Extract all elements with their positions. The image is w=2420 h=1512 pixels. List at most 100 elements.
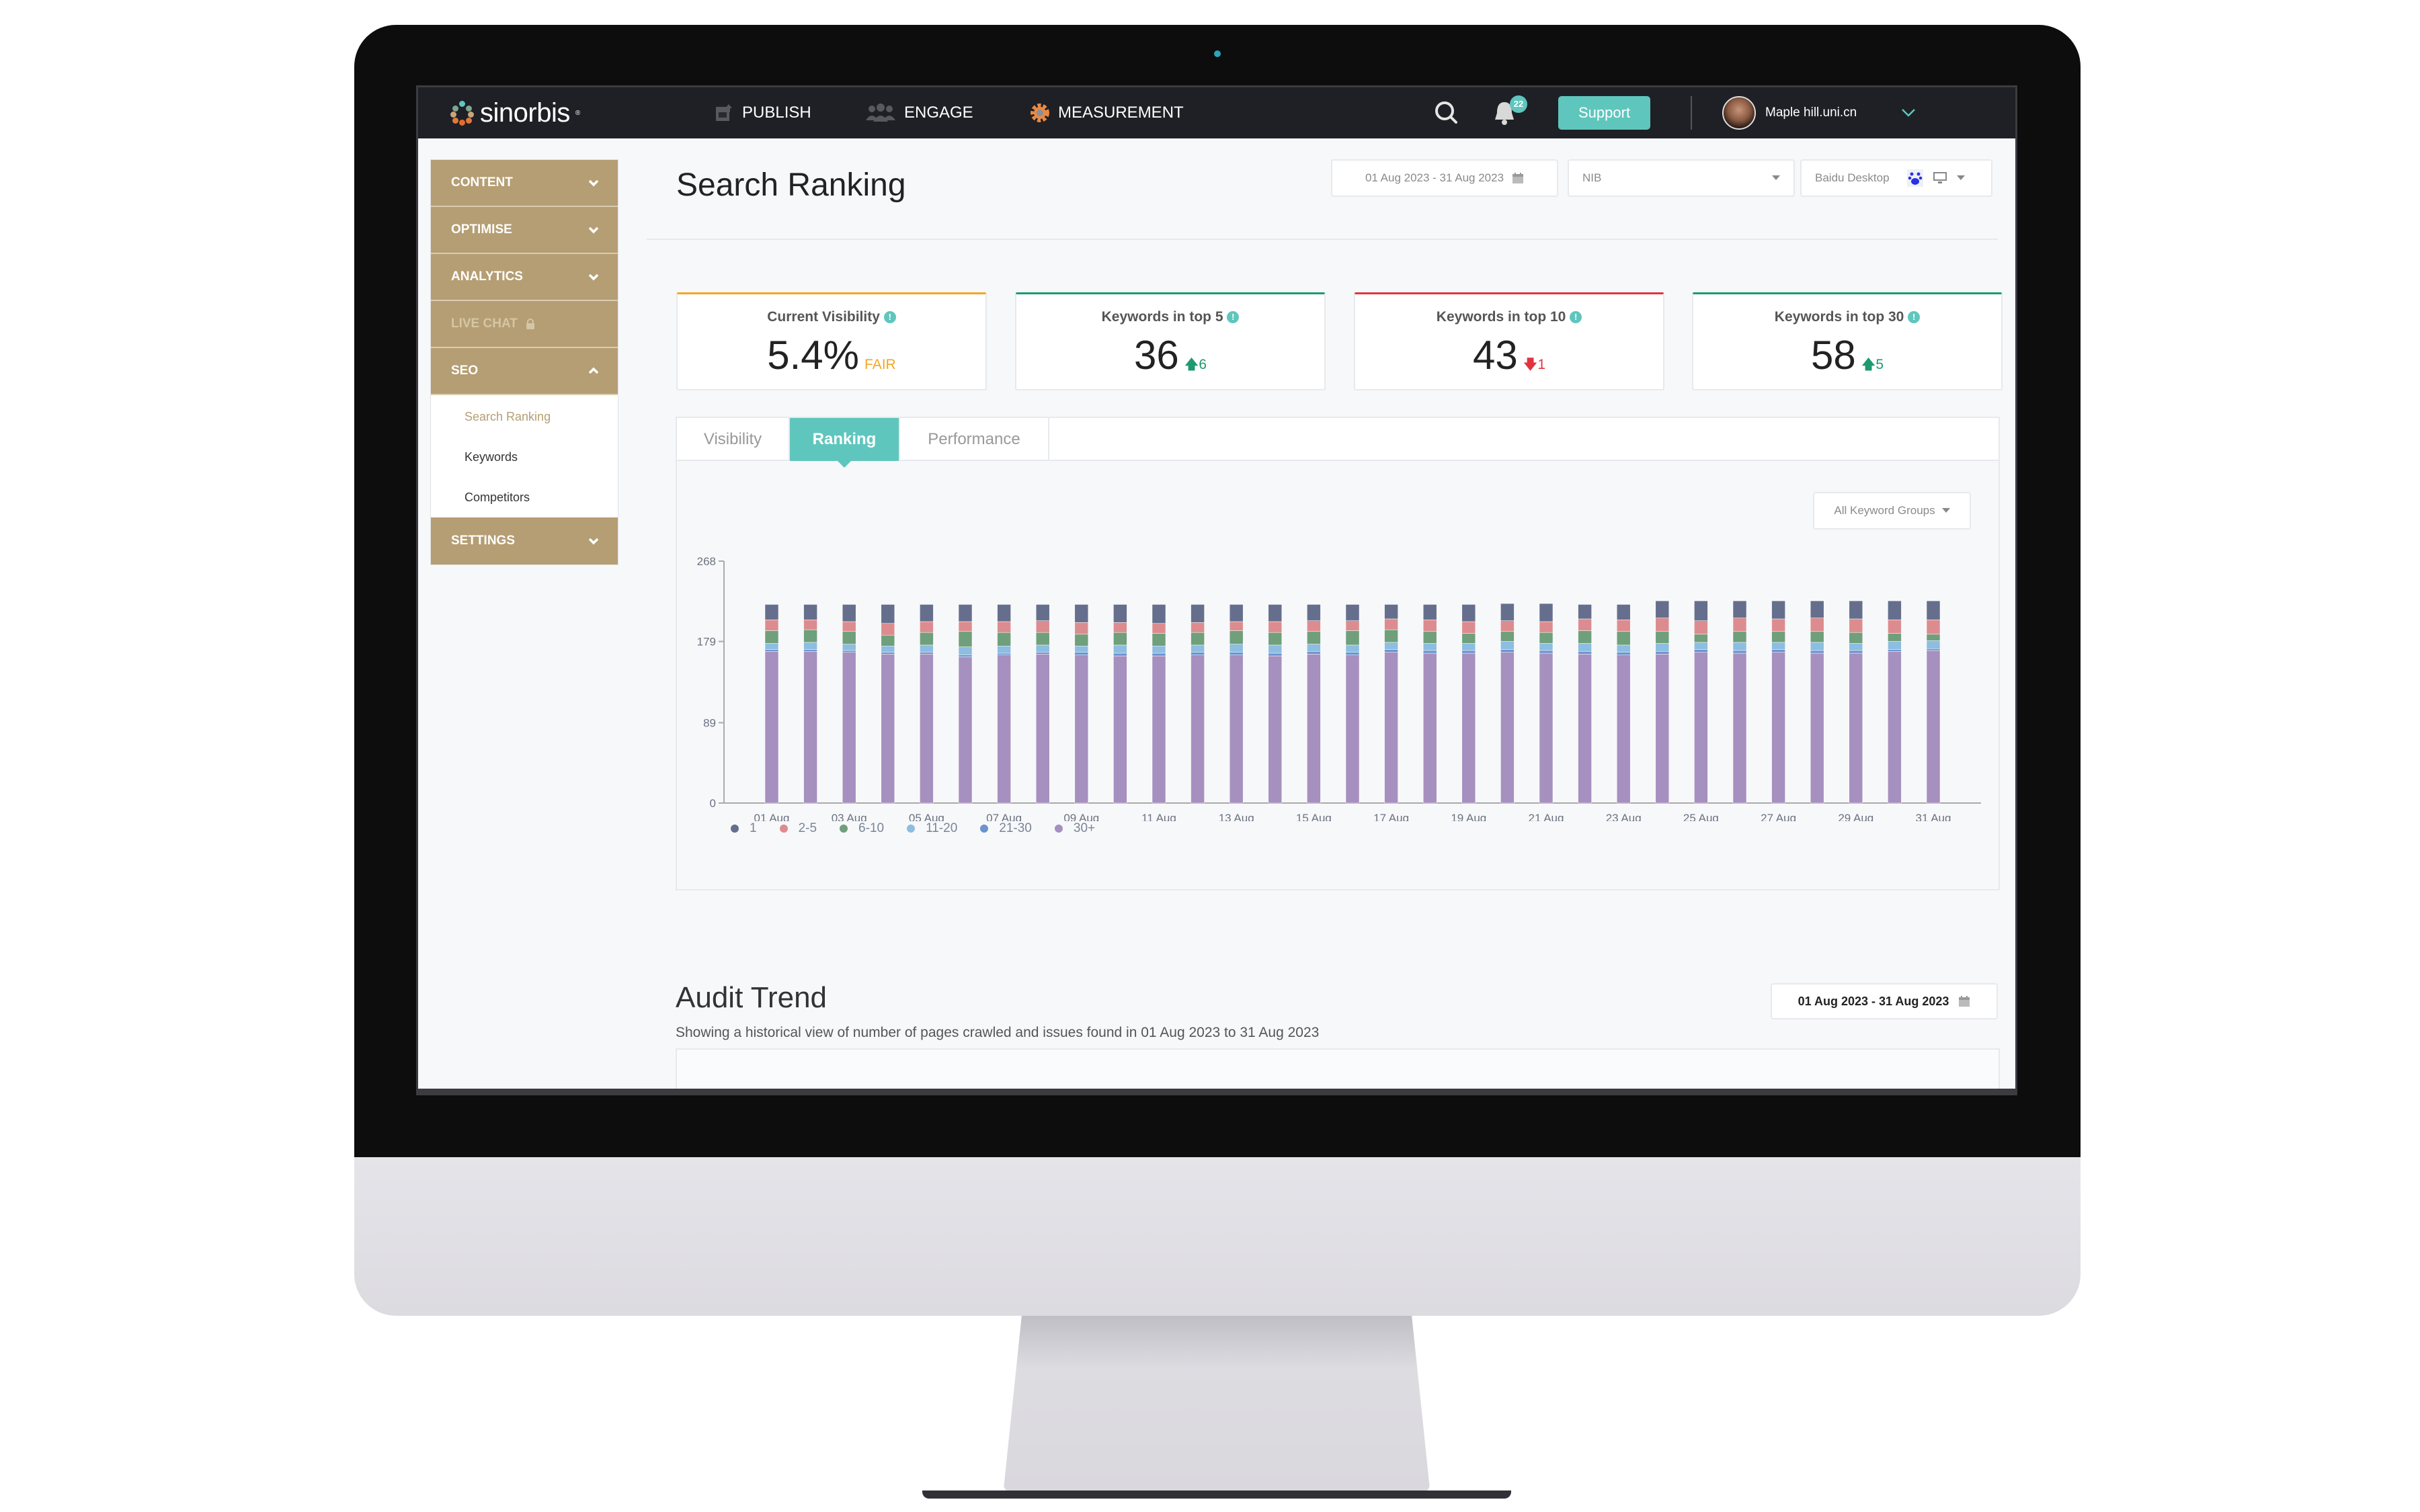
bar-segment-2-5 [1616, 620, 1631, 632]
bar-segment-2-5 [997, 621, 1011, 633]
bar-segment-30plus [1500, 652, 1515, 804]
bar-segment-30plus [1074, 655, 1089, 804]
site-select[interactable]: NIB [1568, 159, 1795, 197]
support-button[interactable]: Support [1558, 96, 1651, 130]
sidebar-subitem-competitors[interactable]: Competitors [431, 477, 618, 517]
search-engine-select[interactable]: Baidu Desktop [1800, 159, 1992, 197]
card-keywords-top-10: Keywords in top 10 ! 43 🡇1 [1354, 292, 1664, 390]
bar-segment-11-20 [1771, 642, 1785, 650]
bar-segment-2-5 [1578, 618, 1592, 631]
bar-segment-1 [1345, 604, 1360, 621]
bar-segment-11-20 [1268, 644, 1283, 654]
legend-item[interactable]: 21-30 [980, 821, 1032, 836]
user-name: Maple hill.uni.cn [1765, 106, 1857, 120]
bar-segment-1 [1461, 604, 1476, 622]
bar-segment-30plus [1655, 654, 1670, 804]
legend-dot-icon [1054, 825, 1063, 833]
sidebar-item-label: OPTIMISE [451, 222, 512, 237]
bar-segment-6-10 [1539, 632, 1554, 644]
user-menu[interactable]: Maple hill.uni.cn [1722, 87, 1916, 138]
legend-item[interactable]: 11-20 [907, 821, 957, 836]
monitor-stand [1003, 1315, 1430, 1495]
chevron-down-icon [588, 226, 599, 234]
bar-segment-1 [1732, 600, 1747, 618]
sidebar-item-label: SEO [451, 364, 479, 378]
bar-segment-1 [997, 604, 1011, 622]
nav-publish[interactable]: PUBLISH [714, 87, 811, 138]
card-delta: 5 [1876, 357, 1884, 372]
bar-segment-1 [1616, 604, 1631, 620]
bar-segment-1 [842, 604, 856, 622]
y-tick-label: 268 [697, 555, 716, 568]
audit-date-range-picker[interactable]: 01 Aug 2023 - 31 Aug 2023 [1771, 983, 1998, 1019]
date-range-picker[interactable]: 01 Aug 2023 - 31 Aug 2023 [1331, 159, 1558, 197]
bar-segment-11-20 [842, 644, 856, 651]
bar-segment-6-10 [1732, 631, 1747, 643]
bar-segment-30plus [920, 654, 934, 804]
legend-item[interactable]: 30+ [1054, 821, 1095, 836]
sidebar-subitem-keywords[interactable]: Keywords [431, 437, 618, 477]
bar-segment-6-10 [1229, 630, 1244, 644]
bar-segment-21-30 [1074, 652, 1089, 655]
notifications-button[interactable]: 22 [1492, 87, 1527, 138]
audit-trend-chart-area [676, 1048, 2000, 1089]
page-title: Search Ranking [676, 167, 906, 203]
legend-item[interactable]: 1 [731, 821, 757, 836]
sidebar-item-content[interactable]: CONTENT [431, 160, 618, 207]
info-icon[interactable]: ! [883, 311, 896, 324]
bar-segment-11-20 [881, 646, 895, 653]
sidebar-item-label: SETTINGS [451, 534, 516, 548]
sidebar-subitem-search-ranking[interactable]: Search Ranking [431, 396, 618, 437]
bar-segment-2-5 [1771, 618, 1785, 632]
card-value: 36 [1133, 333, 1179, 378]
bar-segment-1 [1229, 604, 1244, 622]
legend-label: 2-5 [798, 821, 817, 835]
info-icon[interactable]: ! [1227, 311, 1240, 324]
bar-segment-2-5 [1732, 618, 1747, 632]
ranking-chart: 0 89 179 268 01 Aug 03 Aug 05 Aug 07 Aug 09 Aug 1… [697, 555, 1981, 821]
bar-segment-1 [764, 604, 779, 620]
info-icon[interactable]: ! [1570, 311, 1582, 324]
bar-segment-2-5 [1191, 622, 1205, 633]
legend-item[interactable]: 6-10 [840, 821, 884, 836]
legend-item[interactable]: 2-5 [779, 821, 817, 836]
bar-segment-6-10 [1384, 629, 1398, 643]
sidebar-item-seo[interactable]: SEO [431, 348, 618, 395]
bar-segment-2-5 [1500, 620, 1515, 632]
bar-segment-11-20 [1422, 642, 1437, 651]
bar-segment-1 [920, 604, 934, 622]
sidebar-item-settings[interactable]: SETTINGS [431, 517, 618, 564]
bar-segment-1 [1849, 600, 1863, 620]
card-title: Current Visibility [767, 309, 880, 325]
bar-segment-2-5 [1384, 618, 1398, 630]
sidebar-item-optimise[interactable]: OPTIMISE [431, 207, 618, 254]
legend-label: 21-30 [999, 821, 1032, 835]
bar-segment-2-5 [764, 620, 779, 631]
bar-segment-1 [1539, 603, 1554, 622]
bar-segment-6-10 [1926, 634, 1941, 641]
nav-engage-label: ENGAGE [904, 103, 973, 122]
card-title: Keywords in top 30 [1774, 309, 1904, 325]
x-tick-label: 07 Aug [986, 812, 1022, 821]
bar-segment-6-10 [1345, 630, 1360, 646]
bar-segment-11-20 [1655, 642, 1670, 652]
nav-engage[interactable]: ENGAGE [865, 87, 973, 138]
brand-logo[interactable]: sinorbis ® [450, 98, 580, 128]
bar-segment-2-5 [1849, 618, 1863, 633]
card-delta: 1 [1537, 357, 1546, 372]
sidebar-item-analytics[interactable]: ANALYTICS [431, 254, 618, 301]
nav-measurement[interactable]: MEASUREMENT [1030, 87, 1184, 138]
bar-segment-21-30 [1926, 648, 1941, 651]
info-icon[interactable]: ! [1908, 311, 1921, 324]
bar-segment-1 [1655, 600, 1670, 618]
x-tick-label: 01 Aug [754, 812, 790, 821]
search-button[interactable] [1433, 87, 1460, 138]
bar-segment-2-5 [1268, 621, 1283, 633]
bar-segment-21-30 [1539, 650, 1554, 654]
app-screen: sinorbis ® PUBLISH ENGAGE MEASUREMENT 22 … [416, 85, 2017, 1095]
bar-segment-21-30 [1888, 649, 1902, 652]
bar-segment-11-20 [920, 644, 934, 653]
bar-segment-21-30 [1345, 652, 1360, 655]
card-current-visibility: Current Visibility ! 5.4% FAIR [676, 292, 987, 390]
top-navigation: sinorbis ® PUBLISH ENGAGE MEASUREMENT 22 … [418, 87, 2015, 138]
